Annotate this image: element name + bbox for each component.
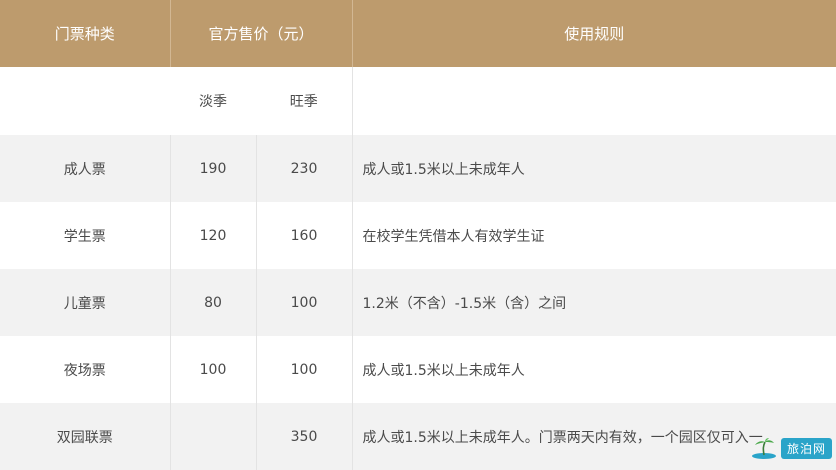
table-row: 夜场票 100 100 成人或1.5米以上未成年人 bbox=[0, 336, 836, 403]
subheader-off-season: 淡季 bbox=[170, 67, 256, 135]
header-usage-rules: 使用规则 bbox=[351, 0, 836, 67]
table-row: 双园联票 350 成人或1.5米以上未成年人。门票两天内有效，一个园区仅可入一 bbox=[0, 403, 836, 470]
table-row: 学生票 120 160 在校学生凭借本人有效学生证 bbox=[0, 202, 836, 269]
ticket-price-table: 门票种类 官方售价（元） 使用规则 淡季 旺季 成人票 190 230 成人或1… bbox=[0, 0, 836, 470]
peak-season-price-cell: 100 bbox=[255, 336, 353, 403]
usage-rule-cell: 成人或1.5米以上未成年人 bbox=[351, 336, 836, 403]
off-season-price-cell: 120 bbox=[169, 202, 256, 269]
ticket-type-cell: 儿童票 bbox=[0, 269, 170, 336]
watermark-text: 旅泊网 bbox=[780, 437, 832, 459]
subheader-peak-season: 旺季 bbox=[256, 67, 353, 135]
peak-season-price-cell: 100 bbox=[255, 269, 353, 336]
table-header-row: 门票种类 官方售价（元） 使用规则 bbox=[0, 0, 836, 67]
peak-season-price-cell: 160 bbox=[255, 202, 353, 269]
ticket-type-cell: 夜场票 bbox=[0, 336, 170, 403]
off-season-price-cell bbox=[169, 403, 256, 470]
off-season-price-cell: 190 bbox=[169, 135, 256, 202]
watermark: 旅泊网 bbox=[751, 437, 832, 459]
table-row: 成人票 190 230 成人或1.5米以上未成年人 bbox=[0, 135, 836, 202]
ticket-type-cell: 双园联票 bbox=[0, 403, 170, 470]
palm-island-logo-icon bbox=[751, 437, 777, 459]
usage-rule-cell: 在校学生凭借本人有效学生证 bbox=[351, 202, 836, 269]
ticket-type-cell: 学生票 bbox=[0, 202, 170, 269]
peak-season-price-cell: 350 bbox=[255, 403, 353, 470]
ticket-type-cell: 成人票 bbox=[0, 135, 170, 202]
off-season-price-cell: 100 bbox=[169, 336, 256, 403]
header-ticket-type: 门票种类 bbox=[0, 0, 170, 67]
usage-rule-cell: 1.2米（不含）-1.5米（含）之间 bbox=[351, 269, 836, 336]
usage-rule-cell: 成人或1.5米以上未成年人 bbox=[351, 135, 836, 202]
subheader-rule-empty bbox=[351, 67, 836, 135]
subheader-empty bbox=[0, 67, 170, 135]
header-official-price: 官方售价（元） bbox=[169, 0, 353, 67]
peak-season-price-cell: 230 bbox=[255, 135, 353, 202]
off-season-price-cell: 80 bbox=[169, 269, 256, 336]
season-subheader-row: 淡季 旺季 bbox=[0, 67, 836, 135]
table-row: 儿童票 80 100 1.2米（不含）-1.5米（含）之间 bbox=[0, 269, 836, 336]
